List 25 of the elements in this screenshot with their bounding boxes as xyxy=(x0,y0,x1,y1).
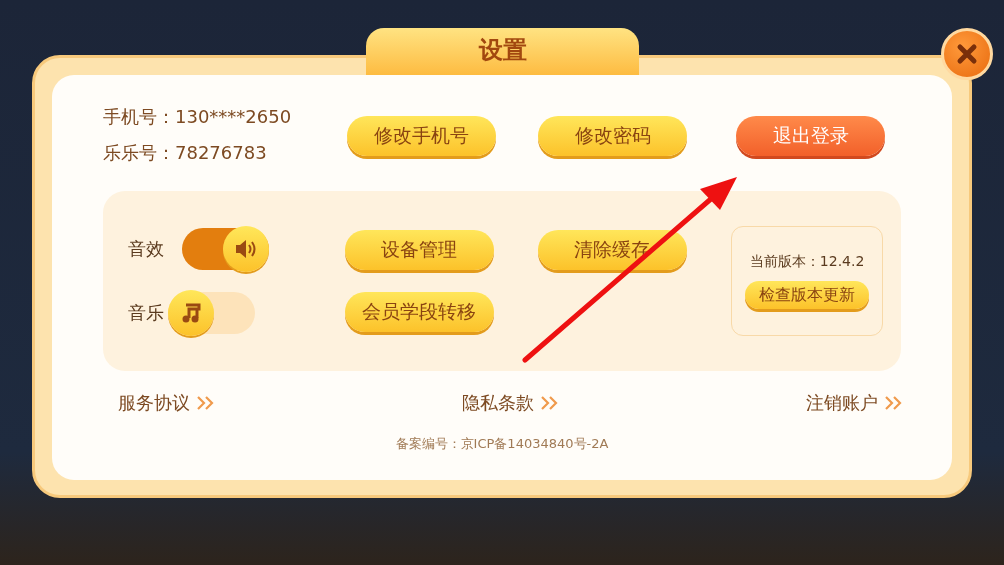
toggle-label: 音乐 xyxy=(128,301,165,325)
version-text: 当前版本：12.4.2 xyxy=(749,253,865,271)
toggle-label: 音效 xyxy=(128,237,165,261)
toggle-switch[interactable] xyxy=(182,228,269,270)
action-button[interactable]: 设备管理 xyxy=(344,230,494,270)
footer-link[interactable]: 隐私条款 xyxy=(462,391,560,415)
check-update-button[interactable]: 检查版本更新 xyxy=(745,281,870,309)
action-button[interactable]: 修改手机号 xyxy=(347,116,496,156)
action-button[interactable]: 会员学段转移 xyxy=(344,292,494,332)
speaker-icon xyxy=(234,238,258,260)
footer-link[interactable]: 注销账户 xyxy=(806,391,904,415)
account-info: 乐乐号：78276783 xyxy=(103,141,268,165)
double-chevron-icon xyxy=(540,395,560,411)
music-note-icon xyxy=(180,302,202,324)
registration-number: 备案编号：京ICP备14034840号-2A xyxy=(394,435,610,453)
close-icon xyxy=(955,42,979,66)
footer-link[interactable]: 服务协议 xyxy=(118,391,216,415)
double-chevron-icon xyxy=(884,395,904,411)
double-chevron-icon xyxy=(196,395,216,411)
account-info: 手机号：130****2650 xyxy=(103,105,293,129)
close-button[interactable] xyxy=(941,28,993,80)
logout-button[interactable]: 退出登录 xyxy=(736,116,885,156)
toggle-switch[interactable] xyxy=(168,292,255,334)
action-button[interactable]: 修改密码 xyxy=(538,116,687,156)
dialog-title: 设置 xyxy=(366,28,639,78)
